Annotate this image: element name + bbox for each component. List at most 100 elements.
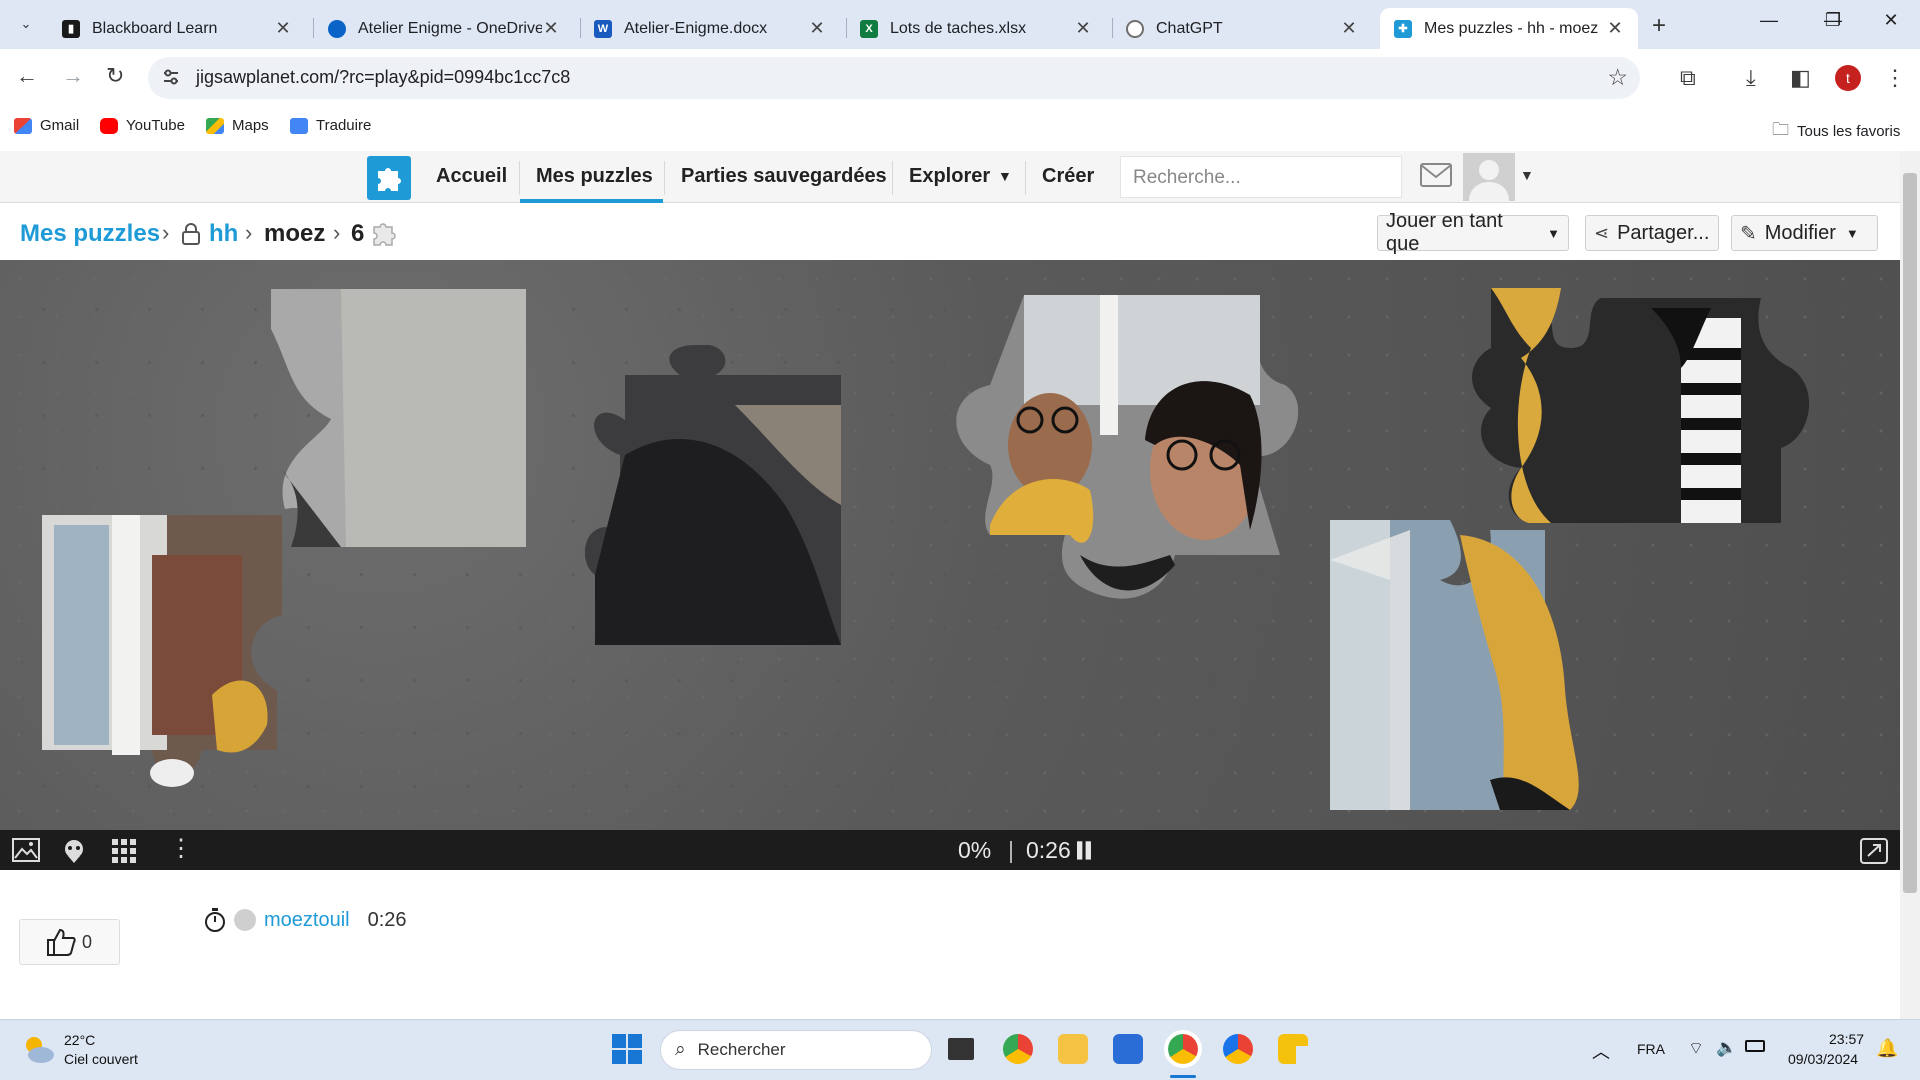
nav-explorer[interactable]: Explorer bbox=[909, 165, 990, 188]
tab-word[interactable]: W Atelier-Enigme.docx ✕ bbox=[580, 8, 840, 49]
image-preview-icon[interactable] bbox=[12, 838, 40, 862]
wifi-icon[interactable]: ⌔ bbox=[1688, 1038, 1704, 1059]
grid-arrange-icon[interactable] bbox=[111, 838, 137, 864]
nav-mes-puzzles[interactable]: Mes puzzles bbox=[536, 165, 653, 188]
tray-chevron-up-icon[interactable]: ︿ bbox=[1592, 1038, 1610, 1064]
fullscreen-icon[interactable] bbox=[1860, 838, 1888, 864]
clock-date[interactable]: 09/03/2024 bbox=[1788, 1051, 1858, 1067]
weather-cloud-sun-icon[interactable] bbox=[20, 1032, 56, 1066]
breadcrumb-moez: moez bbox=[264, 220, 326, 247]
restore-icon[interactable]: ❐ bbox=[1810, 10, 1856, 31]
caret-down-icon[interactable]: ▼ bbox=[1520, 167, 1534, 183]
bookmark-translate[interactable]: Traduire bbox=[290, 117, 371, 134]
jigsawplanet-logo[interactable] bbox=[367, 156, 411, 200]
play-as-button[interactable]: Jouer en tant que ▼ bbox=[1377, 210, 1569, 255]
site-settings-icon[interactable] bbox=[162, 68, 180, 86]
close-icon[interactable]: ✕ bbox=[1340, 18, 1358, 39]
reload-icon[interactable]: ↻ bbox=[106, 63, 124, 89]
url-text[interactable]: jigsawplanet.com/?rc=play&pid=0994bc1cc7… bbox=[196, 67, 570, 88]
like-button[interactable]: 0 bbox=[19, 919, 120, 965]
clock-time[interactable]: 23:57 bbox=[1829, 1031, 1864, 1047]
breadcrumb-mes-puzzles[interactable]: Mes puzzles bbox=[20, 220, 160, 248]
gmail-icon bbox=[14, 117, 32, 134]
nav-accueil[interactable]: Accueil bbox=[436, 165, 507, 188]
share-label: Partager... bbox=[1617, 221, 1710, 244]
user-avatar[interactable] bbox=[1463, 153, 1515, 201]
microsoft-store-icon[interactable] bbox=[1113, 1034, 1143, 1064]
new-tab-icon[interactable]: + bbox=[1652, 12, 1666, 40]
puzzle-piece[interactable] bbox=[42, 515, 292, 795]
omnibox[interactable]: jigsawplanet.com/?rc=play&pid=0994bc1cc7… bbox=[148, 57, 1640, 99]
notification-bell-icon[interactable]: 🔔 bbox=[1876, 1038, 1898, 1059]
pause-icon[interactable]: ▌▌ bbox=[1077, 842, 1096, 859]
maps-icon bbox=[206, 117, 224, 134]
bookmark-maps[interactable]: Maps bbox=[206, 117, 269, 134]
bookmarks-bar: Gmail YouTube Maps Traduire 🗀 Tous les f… bbox=[0, 107, 1920, 151]
tab-onedrive[interactable]: Atelier Enigme - OneDrive ✕ bbox=[314, 8, 574, 49]
puzzle-piece[interactable] bbox=[950, 295, 1330, 635]
search-icon: ⌕ bbox=[675, 1039, 686, 1060]
caret-down-icon[interactable]: ▼ bbox=[998, 168, 1012, 184]
extensions-icon[interactable]: ⧉ bbox=[1680, 65, 1696, 91]
battery-icon[interactable] bbox=[1745, 1040, 1765, 1052]
tab-title: Atelier Enigme - OneDrive bbox=[358, 19, 542, 37]
download-icon[interactable]: ⤓ bbox=[1746, 65, 1756, 91]
edit-button[interactable]: ✎ Modifier ▼ bbox=[1731, 215, 1878, 251]
share-button[interactable]: ⋖ Partager... bbox=[1585, 215, 1719, 251]
player-avatar bbox=[234, 909, 256, 931]
profile-avatar[interactable]: t bbox=[1835, 65, 1861, 91]
blackboard-icon: ▮ bbox=[62, 19, 80, 38]
language-indicator[interactable]: FRA bbox=[1637, 1041, 1665, 1057]
close-icon[interactable]: ✕ bbox=[274, 18, 292, 39]
back-icon[interactable]: ← bbox=[16, 63, 38, 89]
bookmark-gmail[interactable]: Gmail bbox=[14, 117, 79, 134]
tab-jigsaw-active[interactable]: ✚ Mes puzzles - hh - moez ✕ bbox=[1380, 8, 1638, 49]
tab-search-chevron-icon[interactable]: ⌄ bbox=[12, 10, 40, 38]
puzzle-piece[interactable] bbox=[1451, 288, 1821, 558]
site-search-input[interactable]: Recherche... bbox=[1120, 156, 1402, 198]
player-name-link[interactable]: moeztouil bbox=[264, 909, 350, 932]
minimize-icon[interactable]: — bbox=[1746, 10, 1792, 31]
mail-icon[interactable] bbox=[1420, 163, 1452, 187]
forward-icon[interactable]: → bbox=[62, 63, 84, 89]
scrollbar-thumb[interactable] bbox=[1903, 173, 1917, 893]
weather-temperature[interactable]: 22°C bbox=[64, 1032, 95, 1048]
close-icon[interactable]: ✕ bbox=[1074, 18, 1092, 39]
menu-dots-icon[interactable]: ⋮ bbox=[1884, 65, 1906, 91]
puzzle-piece[interactable] bbox=[1330, 520, 1580, 818]
tab-excel[interactable]: X Lots de taches.xlsx ✕ bbox=[846, 8, 1106, 49]
all-bookmarks-label: Tous les favoris bbox=[1797, 123, 1901, 140]
close-icon[interactable]: ✕ bbox=[808, 18, 826, 39]
volume-icon[interactable]: 🔈 bbox=[1716, 1038, 1737, 1058]
close-window-icon[interactable]: ✕ bbox=[1868, 10, 1914, 31]
bookmark-star-icon[interactable]: ☆ bbox=[1607, 64, 1628, 91]
app-icon[interactable] bbox=[1278, 1034, 1308, 1064]
tab-chatgpt[interactable]: ChatGPT ✕ bbox=[1112, 8, 1372, 49]
nav-creer[interactable]: Créer bbox=[1042, 165, 1094, 188]
chrome-active-icon[interactable] bbox=[1164, 1030, 1202, 1068]
tab-blackboard[interactable]: ▮ Blackboard Learn ✕ bbox=[48, 8, 306, 49]
puzzle-piece[interactable] bbox=[585, 345, 841, 645]
close-icon[interactable]: ✕ bbox=[542, 18, 560, 39]
task-view-icon[interactable] bbox=[948, 1038, 974, 1060]
weather-description[interactable]: Ciel couvert bbox=[64, 1051, 138, 1067]
side-panel-icon[interactable]: ◧ bbox=[1790, 65, 1811, 91]
all-bookmarks[interactable]: 🗀 Tous les favoris bbox=[1772, 117, 1900, 146]
taskbar-search-box[interactable]: ⌕ Rechercher bbox=[660, 1030, 932, 1070]
nav-parties-sauvegardees[interactable]: Parties sauvegardées bbox=[681, 165, 887, 188]
play-as-label: Jouer en tant que bbox=[1386, 210, 1503, 255]
more-options-icon[interactable]: ⋮ bbox=[169, 834, 193, 863]
players-list: moeztouil 0:26 bbox=[204, 908, 407, 932]
ghost-image-icon[interactable] bbox=[61, 838, 87, 864]
chrome-icon[interactable] bbox=[1003, 1034, 1033, 1064]
file-explorer-icon[interactable] bbox=[1058, 1034, 1088, 1064]
windows-taskbar: 22°C Ciel couvert ⌕ Rechercher ︿ FRA ⌔ 🔈… bbox=[0, 1019, 1920, 1080]
tab-title: Blackboard Learn bbox=[92, 19, 218, 37]
bookmark-youtube[interactable]: YouTube bbox=[100, 117, 185, 134]
chrome-profile-icon[interactable] bbox=[1223, 1034, 1253, 1064]
puzzle-board[interactable] bbox=[0, 260, 1900, 830]
close-icon[interactable]: ✕ bbox=[1606, 18, 1624, 39]
breadcrumb-hh[interactable]: hh bbox=[209, 220, 238, 248]
windows-start-icon[interactable] bbox=[612, 1034, 642, 1064]
puzzle-piece[interactable] bbox=[271, 289, 531, 561]
